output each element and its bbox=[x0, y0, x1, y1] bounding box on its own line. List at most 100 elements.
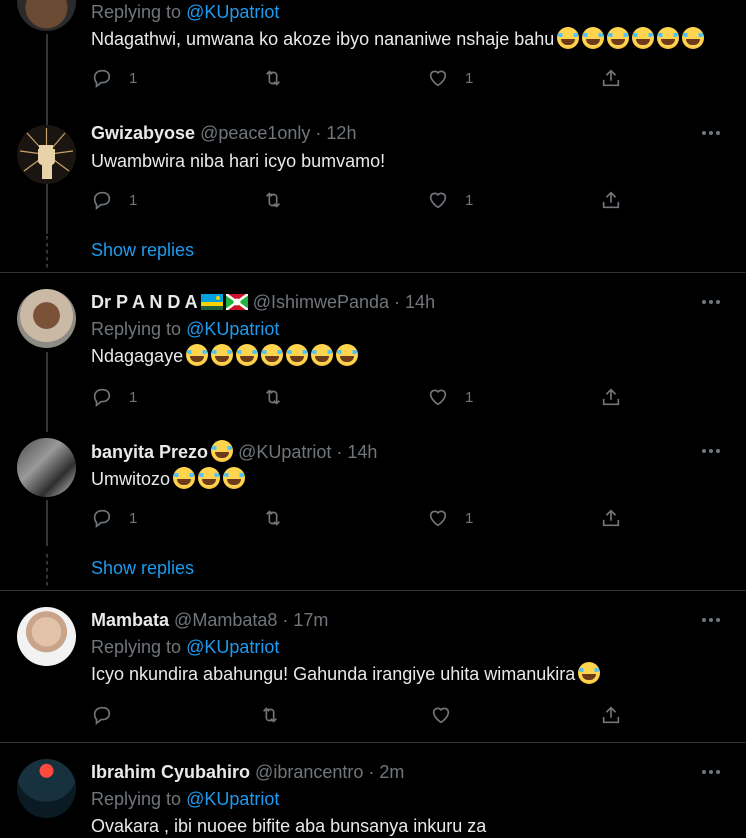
retweet-button[interactable] bbox=[262, 67, 284, 89]
like-button[interactable] bbox=[427, 189, 449, 211]
dot-icon bbox=[709, 300, 713, 304]
like-count: 1 bbox=[465, 510, 474, 527]
replying-to: Replying to @KUpatriot bbox=[91, 2, 280, 22]
heart-icon bbox=[429, 70, 447, 87]
share-icon bbox=[602, 509, 620, 527]
divider bbox=[0, 742, 746, 743]
timestamp[interactable]: 12h bbox=[326, 123, 356, 143]
display-name[interactable]: Ibrahim Cyubahiro bbox=[91, 762, 250, 782]
handle[interactable]: @Mambata8 bbox=[174, 610, 277, 630]
avatar[interactable] bbox=[17, 125, 76, 184]
handle[interactable]: @KUpatriot bbox=[238, 442, 331, 462]
laughing-emoji-icon bbox=[682, 27, 705, 49]
emoji-row bbox=[183, 344, 359, 366]
laughing-emoji-icon bbox=[632, 27, 655, 49]
dot-icon bbox=[702, 449, 706, 453]
share-button[interactable] bbox=[600, 189, 622, 211]
dot-icon bbox=[716, 300, 720, 304]
reply-button[interactable] bbox=[91, 704, 113, 726]
display-name[interactable]: Mambata bbox=[91, 610, 169, 630]
mention-link[interactable]: @KUpatriot bbox=[186, 2, 279, 22]
mention-link[interactable]: @KUpatriot bbox=[186, 789, 279, 809]
dot-icon bbox=[709, 618, 713, 622]
retweet-icon bbox=[265, 510, 281, 526]
retweet-icon bbox=[262, 707, 278, 723]
reply-button[interactable] bbox=[91, 189, 113, 211]
like-button[interactable] bbox=[427, 67, 449, 89]
display-name[interactable]: Gwizabyose bbox=[91, 123, 195, 143]
more-options-button[interactable] bbox=[702, 446, 722, 456]
timestamp[interactable]: 14h bbox=[405, 292, 435, 312]
retweet-button[interactable] bbox=[262, 507, 284, 529]
handle[interactable]: @peace1only bbox=[200, 123, 310, 143]
handle[interactable]: @ibrancentro bbox=[255, 762, 363, 782]
share-button[interactable] bbox=[600, 507, 622, 529]
show-replies-link[interactable]: Show replies bbox=[91, 557, 194, 579]
dot-icon bbox=[702, 618, 706, 622]
laughing-emoji-icon bbox=[186, 344, 209, 366]
dot-icon bbox=[716, 618, 720, 622]
tweet-text: Ndagagaye bbox=[91, 344, 359, 368]
tweet-header: Mambata @Mambata8 · 17m bbox=[91, 610, 329, 630]
divider bbox=[0, 272, 746, 273]
avatar[interactable] bbox=[17, 289, 76, 348]
retweet-button[interactable] bbox=[259, 704, 281, 726]
raised-fist-icon bbox=[19, 128, 74, 179]
tweet-text: Ndagathwi, umwana ko akoze ibyo nananiwe… bbox=[91, 27, 705, 51]
like-button[interactable] bbox=[430, 704, 452, 726]
tweet-header: Gwizabyose @peace1only · 12h bbox=[91, 123, 357, 143]
handle[interactable]: @IshimwePanda bbox=[253, 292, 389, 312]
tweet-text: Icyo nkundira abahungu! Gahunda irangiye… bbox=[91, 662, 601, 686]
more-options-button[interactable] bbox=[702, 128, 722, 138]
dot-icon bbox=[702, 770, 706, 774]
avatar[interactable] bbox=[17, 438, 76, 497]
mention-link[interactable]: @KUpatriot bbox=[186, 637, 279, 657]
tweet-header: Ibrahim Cyubahiro @ibrancentro · 2m bbox=[91, 762, 405, 782]
tweet-header: banyita Prezo @KUpatriot · 14h bbox=[91, 440, 378, 462]
retweet-button[interactable] bbox=[262, 386, 284, 408]
retweet-icon bbox=[265, 192, 281, 208]
more-options-button[interactable] bbox=[702, 767, 722, 777]
display-name[interactable]: banyita Prezo bbox=[91, 442, 208, 462]
replying-to: Replying to @KUpatriot bbox=[91, 637, 280, 657]
avatar[interactable] bbox=[17, 759, 76, 818]
timestamp[interactable]: 14h bbox=[347, 442, 377, 462]
laughing-emoji-icon bbox=[198, 467, 221, 489]
thread-line bbox=[46, 500, 48, 546]
laughing-emoji-icon bbox=[607, 27, 630, 49]
reply-button[interactable] bbox=[91, 507, 113, 529]
reply-count: 1 bbox=[129, 389, 138, 406]
reply-count: 1 bbox=[129, 70, 138, 87]
reply-button[interactable] bbox=[91, 67, 113, 89]
reply-button[interactable] bbox=[91, 386, 113, 408]
laughing-emoji-icon bbox=[578, 662, 601, 684]
show-replies-link[interactable]: Show replies bbox=[91, 239, 194, 261]
share-button[interactable] bbox=[600, 67, 622, 89]
timestamp[interactable]: 17m bbox=[293, 610, 328, 630]
thread-line bbox=[46, 352, 48, 432]
laughing-emoji-icon bbox=[261, 344, 284, 366]
timestamp[interactable]: 2m bbox=[379, 762, 404, 782]
divider bbox=[0, 590, 746, 591]
mention-link[interactable]: @KUpatriot bbox=[186, 319, 279, 339]
laughing-emoji-icon bbox=[582, 27, 605, 49]
reply-icon bbox=[93, 706, 111, 725]
tweet-header: Dr P A N D A @IshimwePanda · 14h bbox=[91, 292, 436, 312]
more-options-button[interactable] bbox=[702, 615, 722, 625]
avatar[interactable] bbox=[17, 0, 76, 31]
avatar[interactable] bbox=[17, 607, 76, 666]
display-name[interactable]: Dr P A N D A bbox=[91, 292, 198, 312]
dot-icon bbox=[716, 449, 720, 453]
share-button[interactable] bbox=[600, 704, 622, 726]
like-button[interactable] bbox=[427, 507, 449, 529]
share-button[interactable] bbox=[600, 386, 622, 408]
replying-to: Replying to @KUpatriot bbox=[91, 319, 280, 339]
emoji-row bbox=[170, 467, 246, 489]
like-button[interactable] bbox=[427, 386, 449, 408]
more-replies-indicator bbox=[46, 236, 48, 270]
laughing-emoji-icon bbox=[236, 344, 259, 366]
more-options-button[interactable] bbox=[702, 297, 722, 307]
share-icon bbox=[602, 191, 620, 209]
retweet-button[interactable] bbox=[262, 189, 284, 211]
laughing-emoji-icon bbox=[336, 344, 359, 366]
